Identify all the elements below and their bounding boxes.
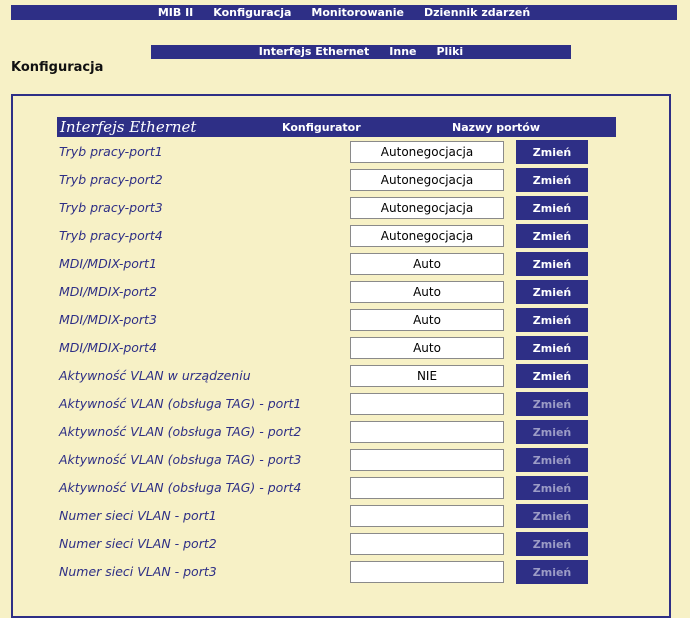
change-button[interactable]: Zmień <box>516 364 588 388</box>
port-names-tab[interactable]: Nazwy portów <box>452 121 540 134</box>
top-nav: MIB II Konfiguracja Monitorowanie Dzienn… <box>11 5 677 20</box>
sub-nav: Interfejs Ethernet Inne Pliki <box>151 45 571 59</box>
setting-row: Tryb pracy-port1 Zmień <box>0 140 690 164</box>
setting-label: MDI/MDIX-port4 <box>59 340 157 355</box>
setting-label: Tryb pracy-port1 <box>59 144 163 159</box>
change-button[interactable]: Zmień <box>516 140 588 164</box>
change-button[interactable]: Zmień <box>516 252 588 276</box>
change-button[interactable]: Zmień <box>516 196 588 220</box>
change-button[interactable]: Zmień <box>516 504 588 528</box>
setting-label: Aktywność VLAN (obsługa TAG) - port4 <box>59 480 302 495</box>
setting-row: MDI/MDIX-port2 Zmień <box>0 280 690 304</box>
setting-row: Aktywność VLAN (obsługa TAG) - port3 Zmie… <box>0 448 690 472</box>
setting-value-field[interactable] <box>350 281 504 303</box>
setting-label: Aktywność VLAN (obsługa TAG) - port3 <box>59 452 302 467</box>
change-button[interactable]: Zmień <box>516 308 588 332</box>
setting-value-field[interactable] <box>350 197 504 219</box>
setting-row: Tryb pracy-port3 Zmień <box>0 196 690 220</box>
setting-label: Aktywność VLAN w urządzeniu <box>59 368 251 383</box>
setting-label: Tryb pracy-port4 <box>59 228 163 243</box>
setting-row: Numer sieci VLAN - port3 Zmień <box>0 560 690 584</box>
setting-label: Numer sieci VLAN - port1 <box>59 508 217 523</box>
setting-label: MDI/MDIX-port1 <box>59 256 157 271</box>
change-button[interactable]: Zmień <box>516 532 588 556</box>
setting-label: MDI/MDIX-port2 <box>59 284 157 299</box>
setting-row: Tryb pracy-port2 Zmień <box>0 168 690 192</box>
change-button[interactable]: Zmień <box>516 560 588 584</box>
setting-row: MDI/MDIX-port1 Zmień <box>0 252 690 276</box>
setting-label: MDI/MDIX-port3 <box>59 312 157 327</box>
change-button[interactable]: Zmień <box>516 224 588 248</box>
nav-dziennik-zdarzen[interactable]: Dziennik zdarzeń <box>424 5 530 20</box>
setting-label: Tryb pracy-port3 <box>59 200 163 215</box>
setting-value-field[interactable] <box>350 477 504 499</box>
setting-value-field[interactable] <box>350 309 504 331</box>
setting-value-field[interactable] <box>350 421 504 443</box>
setting-row: Aktywność VLAN w urządzeniu Zmień <box>0 364 690 388</box>
setting-row: Numer sieci VLAN - port2 Zmień <box>0 532 690 556</box>
setting-row: Aktywność VLAN (obsługa TAG) - port2 Zmie… <box>0 420 690 444</box>
setting-row: Aktywność VLAN (obsługa TAG) - port1 Zmie… <box>0 392 690 416</box>
subnav-interfejs-ethernet[interactable]: Interfejs Ethernet <box>259 45 370 59</box>
change-button[interactable]: Zmień <box>516 280 588 304</box>
setting-value-field[interactable] <box>350 225 504 247</box>
nav-mib-ii[interactable]: MIB II <box>158 5 193 20</box>
subnav-pliki[interactable]: Pliki <box>437 45 464 59</box>
setting-label: Aktywność VLAN (obsługa TAG) - port1 <box>59 396 302 411</box>
nav-konfiguracja[interactable]: Konfiguracja <box>213 5 291 20</box>
subnav-inne[interactable]: Inne <box>389 45 416 59</box>
setting-value-field[interactable] <box>350 141 504 163</box>
change-button[interactable]: Zmień <box>516 168 588 192</box>
setting-value-field[interactable] <box>350 449 504 471</box>
change-button[interactable]: Zmień <box>516 420 588 444</box>
setting-value-field[interactable] <box>350 505 504 527</box>
setting-row: MDI/MDIX-port3 Zmień <box>0 308 690 332</box>
setting-value-field[interactable] <box>350 393 504 415</box>
change-button[interactable]: Zmień <box>516 392 588 416</box>
setting-label: Aktywność VLAN (obsługa TAG) - port2 <box>59 424 302 439</box>
configurator-tab[interactable]: Konfigurator <box>282 121 361 134</box>
setting-value-field[interactable] <box>350 253 504 275</box>
nav-monitorowanie[interactable]: Monitorowanie <box>311 5 404 20</box>
setting-label: Numer sieci VLAN - port2 <box>59 536 217 551</box>
setting-value-field[interactable] <box>350 169 504 191</box>
setting-value-field[interactable] <box>350 533 504 555</box>
table-title: Interfejs Ethernet <box>60 118 197 136</box>
setting-row: Aktywność VLAN (obsługa TAG) - port4 Zmie… <box>0 476 690 500</box>
change-button[interactable]: Zmień <box>516 336 588 360</box>
setting-value-field[interactable] <box>350 337 504 359</box>
setting-label: Tryb pracy-port2 <box>59 172 163 187</box>
setting-value-field[interactable] <box>350 561 504 583</box>
change-button[interactable]: Zmień <box>516 476 588 500</box>
change-button[interactable]: Zmień <box>516 448 588 472</box>
page-title: Konfiguracja <box>11 60 104 75</box>
table-header: Interfejs Ethernet Konfigurator Nazwy po… <box>57 117 616 137</box>
setting-row: Numer sieci VLAN - port1 Zmień <box>0 504 690 528</box>
setting-row: MDI/MDIX-port4 Zmień <box>0 336 690 360</box>
setting-row: Tryb pracy-port4 Zmień <box>0 224 690 248</box>
setting-value-field[interactable] <box>350 365 504 387</box>
